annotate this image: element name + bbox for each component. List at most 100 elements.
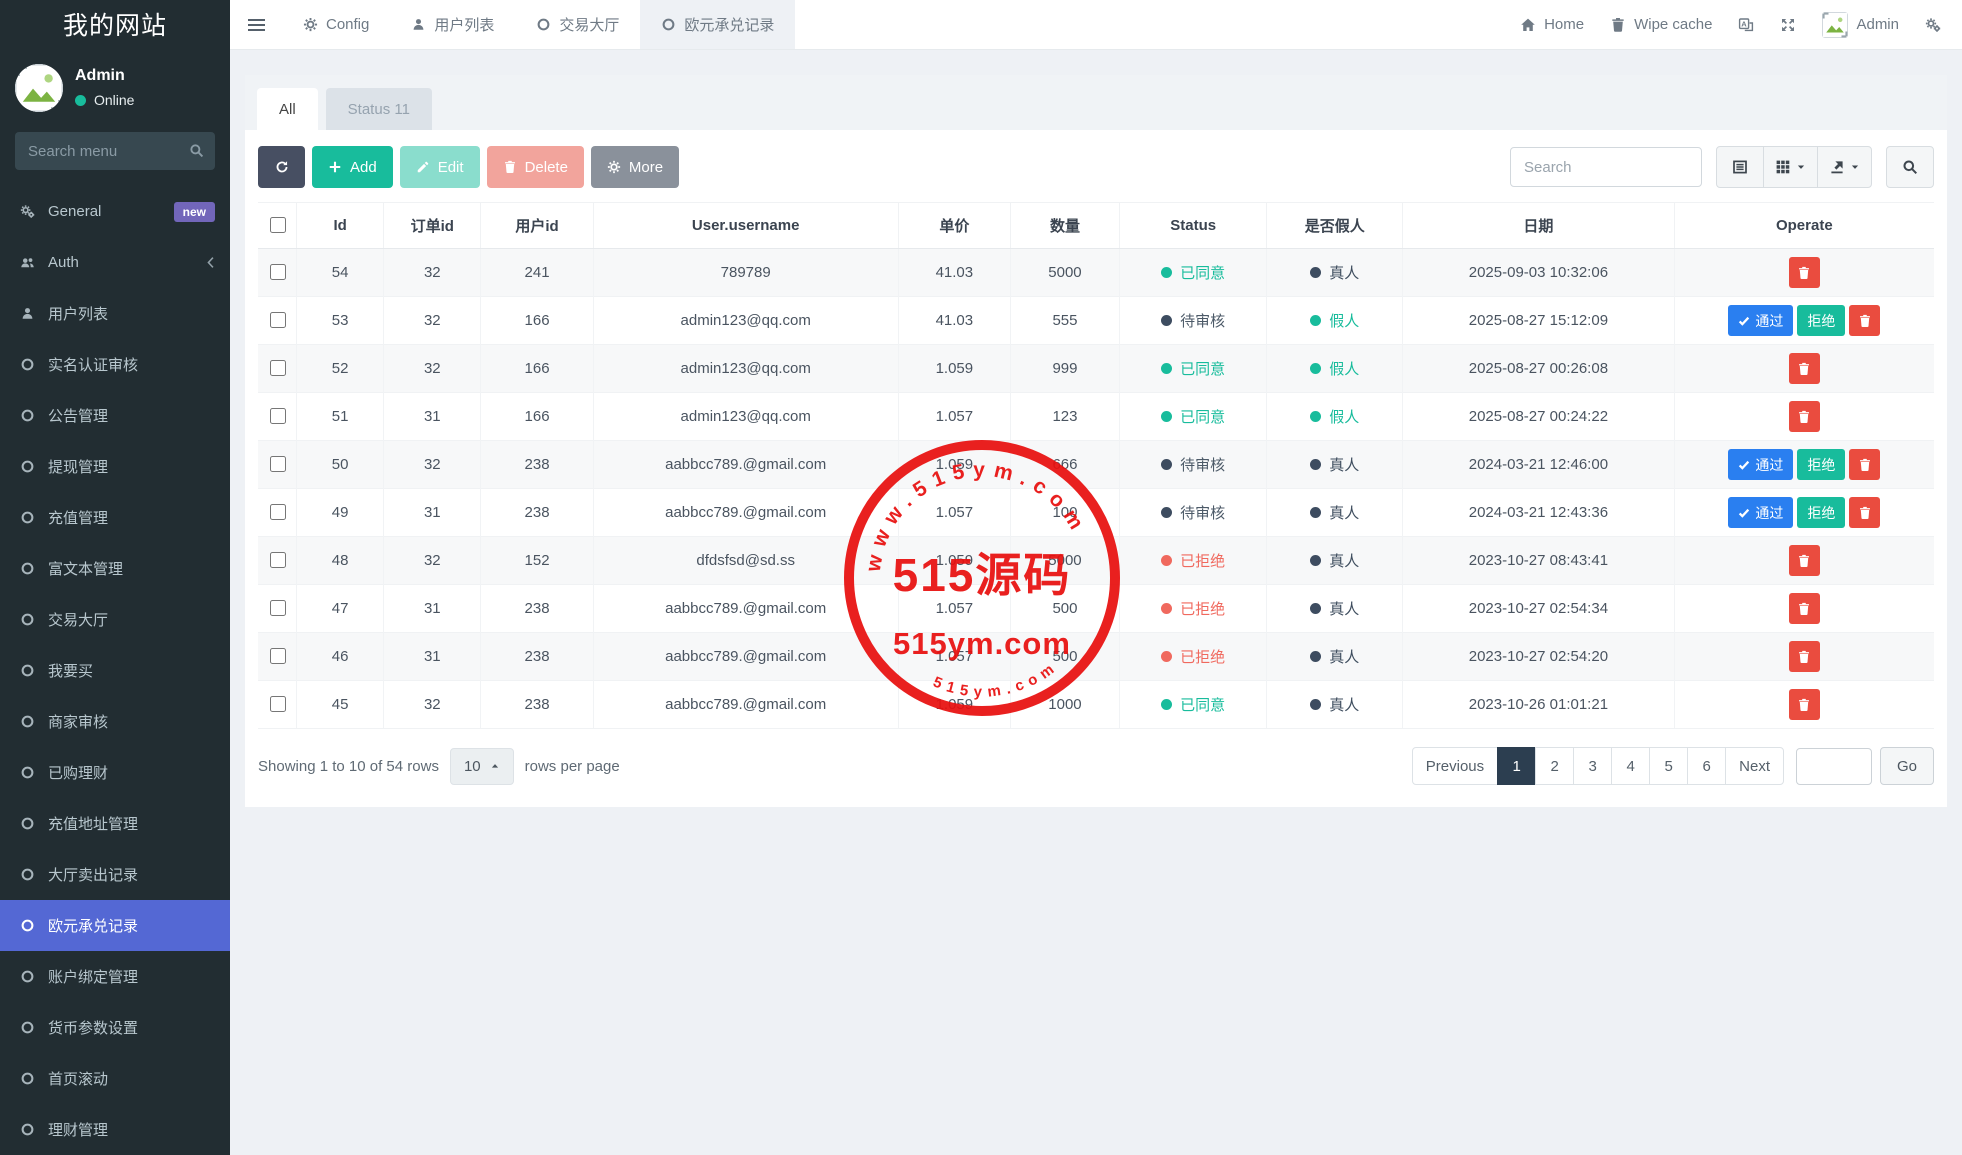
col-id[interactable]: Id	[297, 203, 384, 249]
delete-row-button[interactable]	[1789, 641, 1820, 672]
next-page-button[interactable]: Next	[1725, 747, 1784, 785]
row-checkbox[interactable]	[270, 696, 286, 712]
col-qty[interactable]: 数量	[1010, 203, 1119, 249]
status-badge: 已同意	[1161, 694, 1225, 715]
delete-button[interactable]: Delete	[487, 146, 584, 188]
reject-button[interactable]: 拒绝	[1797, 305, 1845, 336]
home-link[interactable]: Home	[1507, 0, 1597, 49]
sidebar-item-currency-params[interactable]: 货币参数设置	[0, 1002, 230, 1053]
sidebar-item-account-binding[interactable]: 账户绑定管理	[0, 951, 230, 1002]
delete-row-button[interactable]	[1789, 257, 1820, 288]
page-button-6[interactable]: 6	[1687, 747, 1726, 785]
sidebar-item-hall-sell-records[interactable]: 大厅卖出记录	[0, 849, 230, 900]
page-button-2[interactable]: 2	[1535, 747, 1574, 785]
cell-qty: 666	[1010, 441, 1119, 489]
delete-row-button[interactable]	[1849, 497, 1880, 528]
col-fake[interactable]: 是否假人	[1267, 203, 1403, 249]
page-button-3[interactable]: 3	[1573, 747, 1612, 785]
col-date[interactable]: 日期	[1403, 203, 1675, 249]
previous-page-button[interactable]: Previous	[1412, 747, 1498, 785]
row-checkbox[interactable]	[270, 264, 286, 280]
sidebar-item-auth[interactable]: Auth	[0, 237, 230, 288]
row-checkbox[interactable]	[270, 552, 286, 568]
topnav-tab-euro-exchange-records[interactable]: 欧元承兑记录	[640, 0, 795, 49]
sidebar-item-announcement[interactable]: 公告管理	[0, 390, 230, 441]
fullscreen-button[interactable]	[1767, 0, 1809, 49]
content-area: All Status 11 Add Edit	[230, 50, 1962, 1155]
sidebar-item-user-list[interactable]: 用户列表	[0, 288, 230, 339]
sidebar-item-euro-exchange-records[interactable]: 欧元承兑记录	[0, 900, 230, 951]
col-username[interactable]: User.username	[593, 203, 898, 249]
delete-row-button[interactable]	[1789, 545, 1820, 576]
delete-row-button[interactable]	[1789, 401, 1820, 432]
more-button[interactable]: More	[591, 146, 679, 188]
sidebar-item-i-want-buy[interactable]: 我要买	[0, 645, 230, 696]
row-checkbox[interactable]	[270, 360, 286, 376]
page-button-4[interactable]: 4	[1611, 747, 1650, 785]
sidebar-item-home-scroll[interactable]: 首页滚动	[0, 1053, 230, 1104]
table-search-input[interactable]	[1510, 147, 1702, 187]
approve-button[interactable]: 通过	[1728, 305, 1793, 336]
approve-button[interactable]: 通过	[1728, 449, 1793, 480]
cell-checkbox	[258, 297, 297, 345]
col-price[interactable]: 单价	[898, 203, 1010, 249]
select-all-checkbox[interactable]	[270, 217, 286, 233]
delete-row-button[interactable]	[1849, 305, 1880, 336]
reject-button[interactable]: 拒绝	[1797, 497, 1845, 528]
page-button-1[interactable]: 1	[1497, 747, 1536, 785]
approve-button[interactable]: 通过	[1728, 497, 1793, 528]
topnav-tab-trade-hall[interactable]: 交易大厅	[515, 0, 640, 49]
delete-row-button[interactable]	[1789, 593, 1820, 624]
add-button[interactable]: Add	[312, 146, 393, 188]
row-checkbox[interactable]	[270, 504, 286, 520]
row-checkbox[interactable]	[270, 312, 286, 328]
tab-all[interactable]: All	[257, 88, 318, 130]
topnav-tab-user-list[interactable]: 用户列表	[390, 0, 515, 49]
admin-menu[interactable]: Admin	[1809, 0, 1912, 49]
tab-status-11[interactable]: Status 11	[326, 88, 432, 130]
col-user-id[interactable]: 用户id	[481, 203, 593, 249]
row-checkbox[interactable]	[270, 600, 286, 616]
settings-button[interactable]	[1912, 0, 1954, 49]
detail-view-button[interactable]	[1716, 146, 1764, 188]
advanced-search-button[interactable]	[1886, 146, 1934, 188]
export-button[interactable]	[1817, 146, 1872, 188]
sidebar-item-purchased-finance[interactable]: 已购理财	[0, 747, 230, 798]
delete-row-button[interactable]	[1789, 353, 1820, 384]
topnav-tab-config[interactable]: Config	[282, 0, 390, 49]
col-order-id[interactable]: 订单id	[384, 203, 481, 249]
sidebar-item-withdraw[interactable]: 提现管理	[0, 441, 230, 492]
edit-button[interactable]: Edit	[400, 146, 480, 188]
delete-row-button[interactable]	[1849, 449, 1880, 480]
sidebar-item-realname-audit[interactable]: 实名认证审核	[0, 339, 230, 390]
sidebar-item-finance-manage[interactable]: 理财管理	[0, 1104, 230, 1155]
wipe-cache-button[interactable]: Wipe cache	[1597, 0, 1725, 49]
sidebar-item-trade-hall[interactable]: 交易大厅	[0, 594, 230, 645]
sidebar-item-recharge-address[interactable]: 充值地址管理	[0, 798, 230, 849]
page-size-dropdown[interactable]: 10	[450, 748, 514, 785]
sidebar-item-general[interactable]: General new	[0, 186, 230, 237]
cell-qty: 500	[1010, 585, 1119, 633]
sidebar-item-merchant-audit[interactable]: 商家审核	[0, 696, 230, 747]
cell-qty: 100	[1010, 489, 1119, 537]
row-checkbox[interactable]	[270, 648, 286, 664]
reject-button[interactable]: 拒绝	[1797, 449, 1845, 480]
goto-page-input[interactable]	[1796, 748, 1872, 785]
sidebar-item-richtext[interactable]: 富文本管理	[0, 543, 230, 594]
row-checkbox[interactable]	[270, 456, 286, 472]
language-button[interactable]: A	[1725, 0, 1767, 49]
go-button[interactable]: Go	[1880, 747, 1934, 785]
cell-date: 2025-08-27 15:12:09	[1403, 297, 1675, 345]
table-row: 50 32 238 aabbcc789.@gmail.com 1.059 666…	[258, 441, 1934, 489]
page-button-5[interactable]: 5	[1649, 747, 1688, 785]
row-checkbox[interactable]	[270, 408, 286, 424]
check-icon	[1738, 459, 1750, 471]
sidebar-search-input[interactable]	[15, 132, 215, 170]
delete-row-button[interactable]	[1789, 689, 1820, 720]
sidebar-item-recharge[interactable]: 充值管理	[0, 492, 230, 543]
refresh-button[interactable]	[258, 146, 305, 188]
sidebar-toggle-button[interactable]	[230, 0, 282, 49]
cell-date: 2025-08-27 00:24:22	[1403, 393, 1675, 441]
col-status[interactable]: Status	[1119, 203, 1266, 249]
columns-button[interactable]	[1763, 146, 1818, 188]
